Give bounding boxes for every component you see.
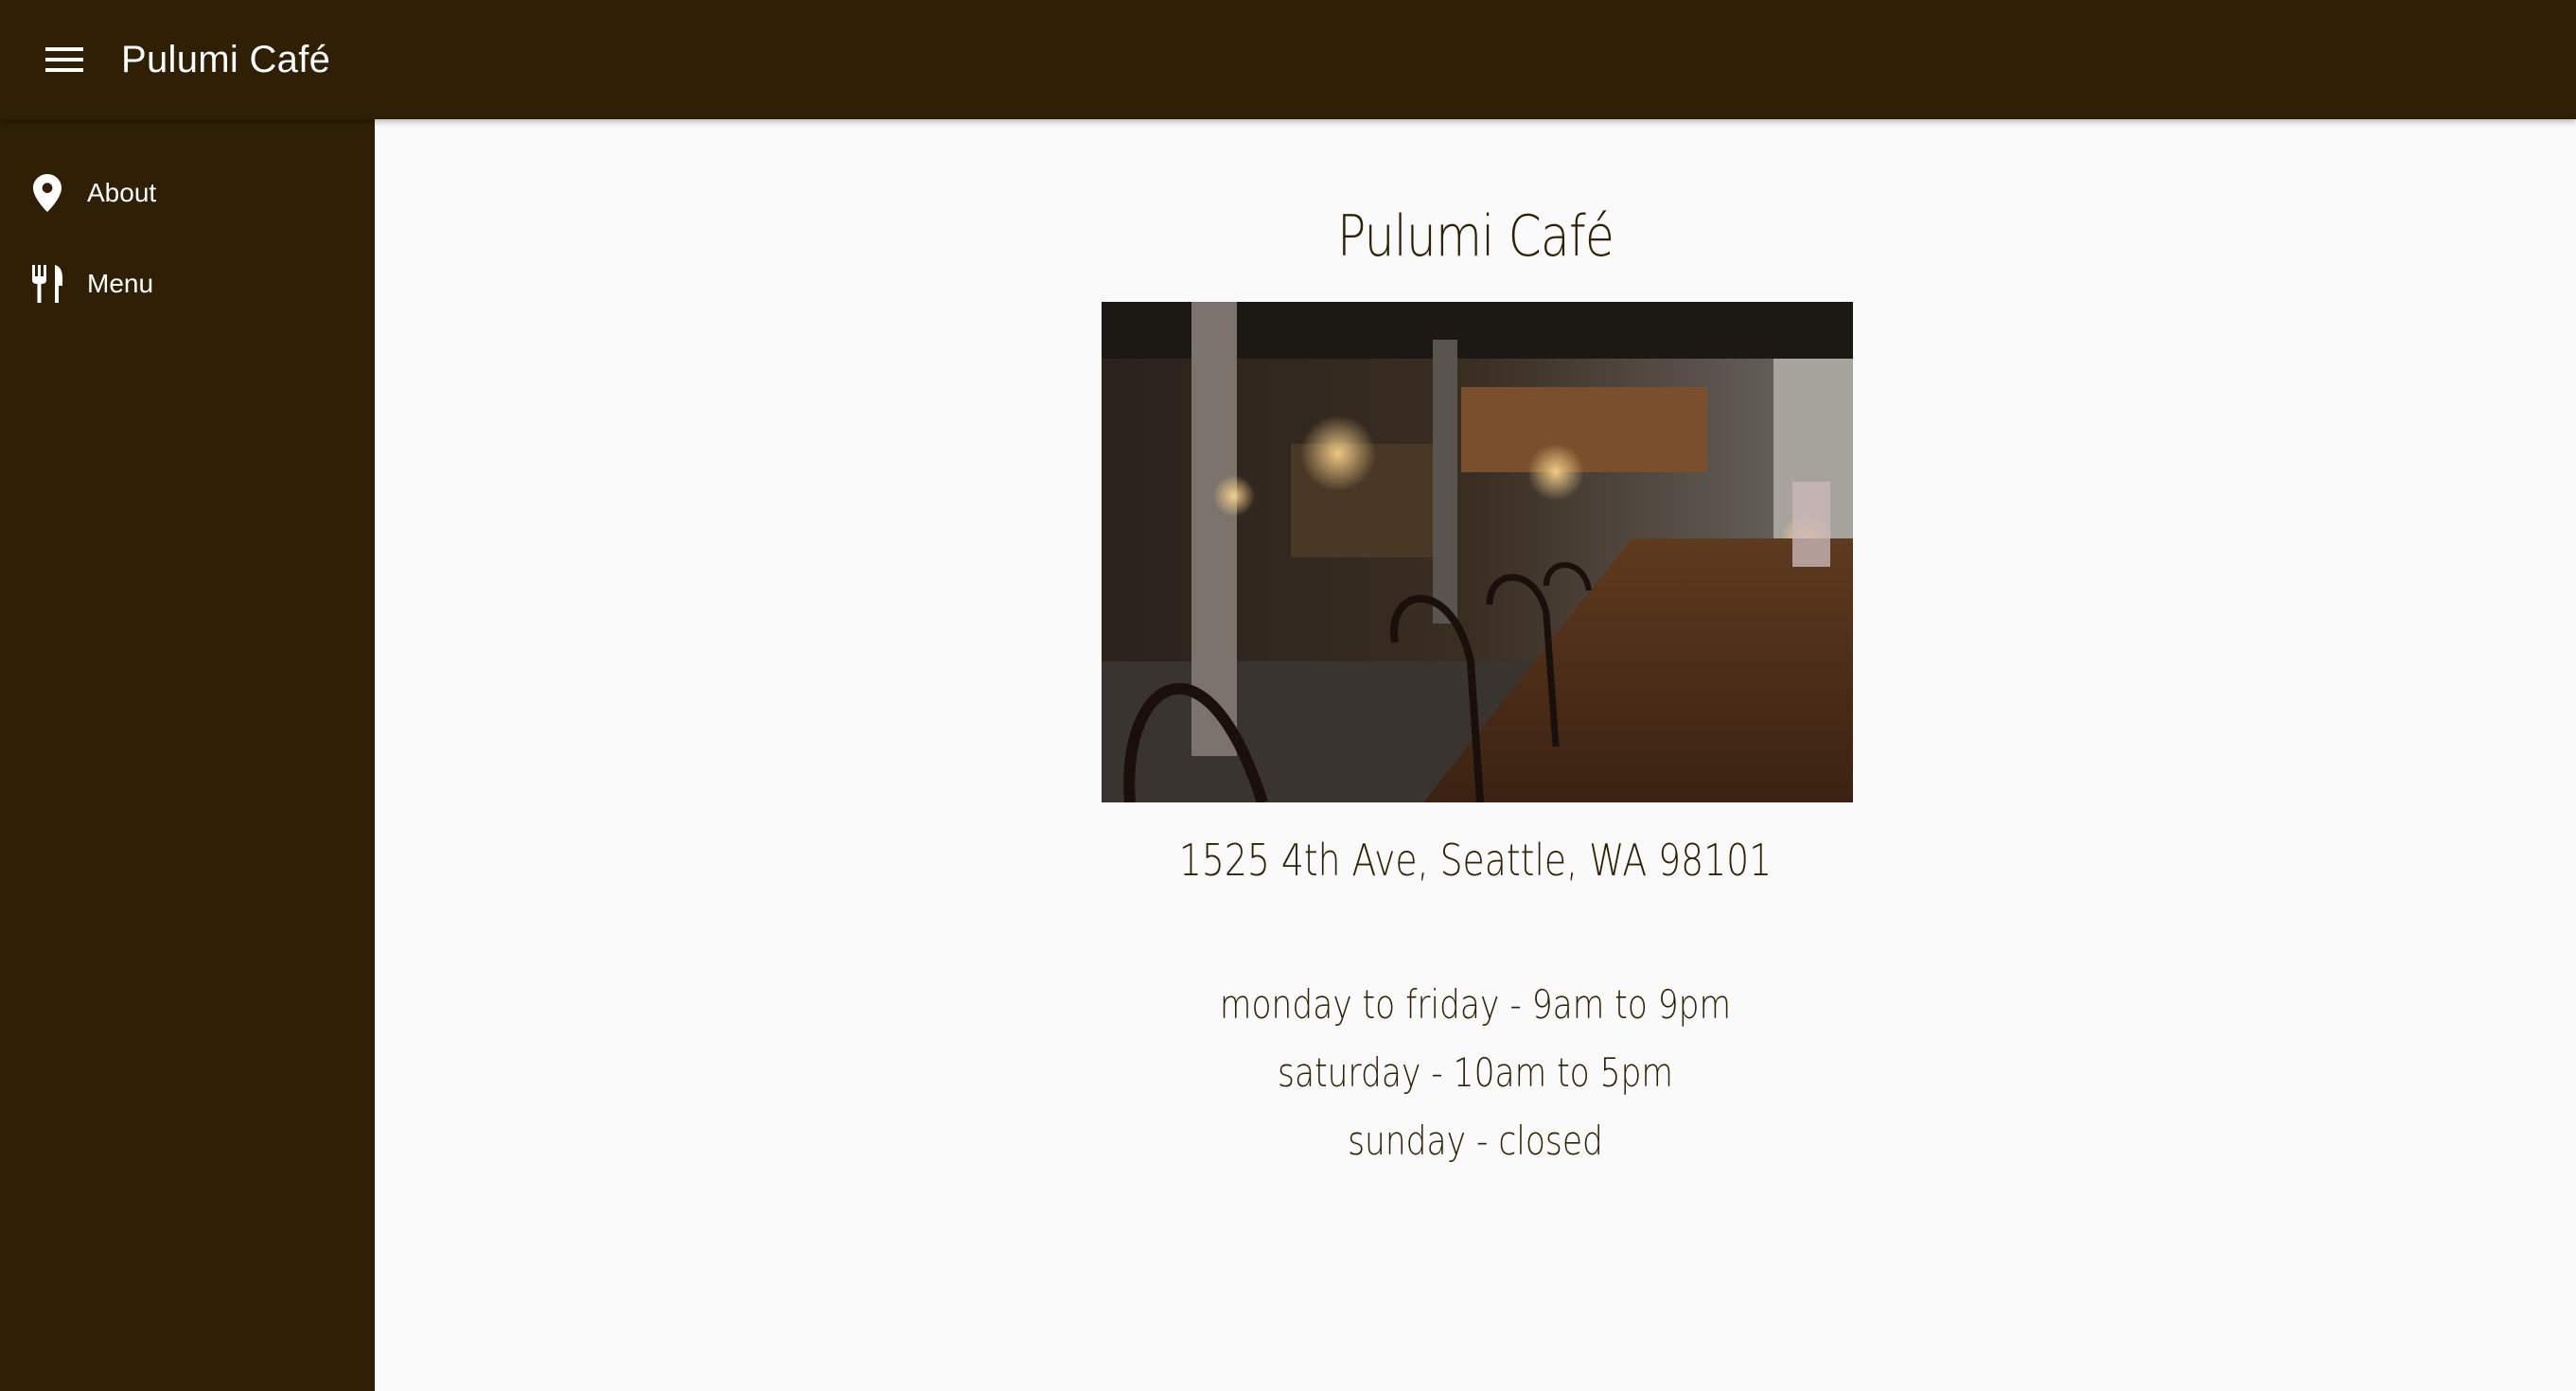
sidebar-item-menu[interactable]: Menu bbox=[0, 238, 375, 329]
sidebar-item-about[interactable]: About bbox=[0, 148, 375, 238]
sidebar: About Menu bbox=[0, 119, 375, 1391]
hours-sunday: sunday - closed bbox=[1348, 1118, 1603, 1164]
sidebar-item-label: About bbox=[87, 178, 157, 207]
hamburger-menu-icon bbox=[45, 47, 83, 72]
location-pin-icon bbox=[30, 172, 64, 214]
hours-saturday: saturday - 10am to 5pm bbox=[1278, 1049, 1673, 1096]
app-bar: Pulumi Café bbox=[0, 0, 2576, 119]
main-content: Pulumi Café 1525 4th Ave, Seattle, WA 98… bbox=[375, 119, 2576, 1391]
cafe-address: 1525 4th Ave, Seattle, WA 98101 bbox=[1178, 835, 1773, 886]
sidebar-item-label: Menu bbox=[87, 269, 154, 298]
restaurant-icon bbox=[30, 263, 64, 305]
app-title: Pulumi Café bbox=[121, 38, 331, 80]
hours-weekdays: monday to friday - 9am to 9pm bbox=[1219, 981, 1732, 1028]
cafe-interior-photo bbox=[1102, 302, 1853, 802]
page-title: Pulumi Café bbox=[1336, 203, 1614, 270]
opening-hours: monday to friday - 9am to 9pm saturday -… bbox=[375, 971, 2576, 1175]
menu-toggle-button[interactable] bbox=[38, 33, 91, 86]
